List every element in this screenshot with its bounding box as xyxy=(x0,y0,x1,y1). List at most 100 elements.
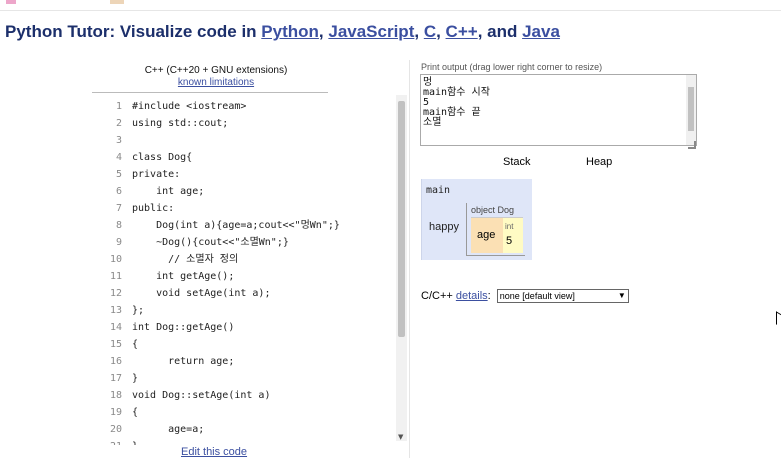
output-line: main함수 끝 xyxy=(423,107,481,118)
line-number: 15 xyxy=(109,339,122,350)
line-code: int age; xyxy=(132,186,205,197)
tab-mark xyxy=(110,0,124,4)
field-name: age xyxy=(477,229,496,241)
scroll-down-arrow-icon[interactable]: ▼ xyxy=(398,433,403,441)
code-line[interactable]: 10 // 소멸자 정의 xyxy=(92,251,238,268)
tab-mark xyxy=(6,0,16,4)
title-sep: , xyxy=(414,22,424,41)
line-number: 2 xyxy=(115,118,122,129)
code-line[interactable]: 14 int Dog::getAge() xyxy=(92,319,234,336)
title-and: , and xyxy=(477,22,523,41)
line-number: 9 xyxy=(115,237,122,248)
code-line[interactable]: 12 void setAge(int a); xyxy=(92,285,271,302)
mouse-cursor-icon xyxy=(776,311,781,328)
line-code: } xyxy=(122,438,138,445)
print-output-box[interactable]: 멍 main함수 시작 5 main함수 끝 소멸 xyxy=(420,74,697,146)
field-value: 5 xyxy=(506,235,513,247)
edit-code-link[interactable]: Edit this code xyxy=(181,446,247,458)
line-number: 16 xyxy=(109,356,122,367)
dog-object: object Dog age int 5 xyxy=(466,203,525,256)
code-line[interactable]: 13}; xyxy=(92,302,144,319)
line-number: 8 xyxy=(115,220,122,231)
line-code: #include <iostream> xyxy=(132,101,247,112)
output-scrollbar[interactable] xyxy=(686,75,696,145)
code-line[interactable]: 17} xyxy=(92,370,138,387)
link-java[interactable]: Java xyxy=(522,22,560,41)
view-mode-select[interactable]: none [default view] ▼ xyxy=(496,289,629,303)
line-code: int Dog::getAge() xyxy=(132,322,235,333)
code-line[interactable]: 4 class Dog{ xyxy=(92,149,192,166)
line-number: 21 xyxy=(92,438,122,445)
code-line[interactable]: 15 { xyxy=(92,336,138,353)
link-c[interactable]: C xyxy=(424,22,436,41)
scrollbar-thumb[interactable] xyxy=(398,101,405,337)
line-code: using std::cout; xyxy=(132,118,229,129)
line-number: 20 xyxy=(109,424,122,435)
link-cpp[interactable]: C++ xyxy=(446,22,478,41)
stack-heading: Stack xyxy=(503,156,531,168)
line-code: // 소멸자 정의 xyxy=(132,254,239,265)
line-code: return age; xyxy=(132,356,235,367)
line-code: Dog(int a){age=a;cout<<"멍Wn";} xyxy=(132,220,340,231)
scrollbar-thumb[interactable] xyxy=(688,87,694,131)
code-line[interactable]: 3 xyxy=(92,132,132,149)
line-number: 6 xyxy=(115,186,122,197)
line-code: int getAge(); xyxy=(132,271,235,282)
line-code: void setAge(int a); xyxy=(132,288,271,299)
link-javascript[interactable]: JavaScript xyxy=(328,22,414,41)
line-number: 18 xyxy=(109,390,122,401)
object-label: object Dog xyxy=(471,205,515,215)
variable-name: happy xyxy=(429,221,459,233)
code-line[interactable]: 9 ~Dog(){cout<<"소멸Wn";} xyxy=(92,234,289,251)
line-code: private: xyxy=(132,169,181,180)
browser-top-strip xyxy=(0,0,781,11)
link-python[interactable]: Python xyxy=(261,22,319,41)
line-number: 17 xyxy=(109,373,122,384)
code-line[interactable]: 6 int age; xyxy=(92,183,204,200)
line-code: public: xyxy=(132,203,175,214)
line-code: ~Dog(){cout<<"소멸Wn";} xyxy=(132,237,289,248)
frame-name: main xyxy=(426,185,451,196)
field-name-cell: age xyxy=(471,217,503,253)
code-editor[interactable]: 1 #include <iostream>2 using std::cout; 3 4 c… xyxy=(92,95,407,445)
code-line[interactable]: 21} xyxy=(92,438,138,445)
heap-heading: Heap xyxy=(586,156,613,168)
line-code: { xyxy=(132,339,139,350)
code-line[interactable]: 16 return age; xyxy=(92,353,234,370)
language-label: C++ (C++20 + GNU extensions) xyxy=(144,65,288,76)
line-code: } xyxy=(132,373,139,384)
line-number: 10 xyxy=(109,254,122,265)
line-number: 4 xyxy=(115,152,122,163)
field-value-cell: int 5 xyxy=(503,217,523,253)
editor-scrollbar[interactable]: ▼ xyxy=(396,95,407,441)
code-line[interactable]: 5 private: xyxy=(92,166,180,183)
code-line[interactable]: 8 Dog(int a){age=a;cout<<"멍Wn";} xyxy=(92,217,340,234)
line-number: 19 xyxy=(109,407,122,418)
line-code: { xyxy=(132,407,139,418)
field-type: int xyxy=(505,222,514,231)
output-line: main함수 시작 xyxy=(423,87,490,98)
language-info: C++ (C++20 + GNU extensions) known limit… xyxy=(100,65,332,88)
known-limitations-link[interactable]: known limitations xyxy=(100,77,332,88)
details-link[interactable]: details xyxy=(456,290,488,302)
code-line[interactable]: 2 using std::cout; xyxy=(92,115,228,132)
code-line[interactable]: 7 public: xyxy=(92,200,174,217)
title-sep: , xyxy=(318,22,329,41)
code-line[interactable]: 19 { xyxy=(92,404,138,421)
divider xyxy=(92,92,328,93)
line-number: 11 xyxy=(109,271,122,282)
code-line[interactable]: 11 int getAge(); xyxy=(92,268,234,285)
code-line[interactable]: 20 age=a; xyxy=(92,421,204,438)
line-number: 5 xyxy=(115,169,122,180)
title-prefix: Python Tutor: Visualize code in xyxy=(5,22,262,41)
code-line[interactable]: 18 void Dog::setAge(int a) xyxy=(92,387,271,404)
select-value: none [default view] xyxy=(499,291,575,301)
line-number: 14 xyxy=(109,322,122,333)
print-output-label: Print output (drag lower right corner to… xyxy=(421,62,603,72)
line-code: }; xyxy=(132,305,145,316)
output-line: 소멸 xyxy=(423,117,442,128)
code-line[interactable]: 1 #include <iostream> xyxy=(92,98,246,115)
line-number: 7 xyxy=(115,203,122,214)
line-number: 12 xyxy=(109,288,122,299)
resize-grip-icon[interactable] xyxy=(688,141,696,149)
